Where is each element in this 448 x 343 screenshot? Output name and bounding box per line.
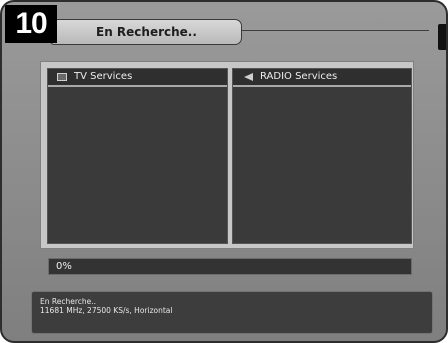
tv-services-label: TV Services	[74, 71, 133, 82]
step-number-badge: 10	[5, 5, 57, 43]
radio-services-header[interactable]: RADIO Services	[233, 69, 411, 87]
search-status-box: En Recherche.. 11681 MHz, 27500 KS/s, Ho…	[31, 291, 433, 334]
tv-services-panel[interactable]: TV Services	[47, 68, 228, 244]
radio-icon	[244, 73, 253, 81]
frequency-details: 11681 MHz, 27500 KS/s, Horizontal	[40, 306, 173, 315]
screen-corner-marker	[438, 24, 446, 50]
tv-services-list[interactable]	[48, 87, 227, 243]
tv-services-header[interactable]: TV Services	[48, 69, 227, 87]
title-divider	[241, 30, 429, 31]
radio-services-panel[interactable]: RADIO Services	[232, 68, 412, 244]
radio-services-list[interactable]	[233, 87, 411, 243]
screen-title: En Recherche..	[50, 19, 242, 45]
tv-screen: 10 En Recherche.. TV Services RADIO Serv…	[0, 0, 448, 343]
tv-icon	[57, 73, 67, 81]
progress-percentage: 0%	[56, 261, 72, 272]
radio-services-label: RADIO Services	[260, 71, 338, 82]
search-progress-bar: 0%	[48, 258, 412, 275]
status-message: En Recherche..	[40, 297, 97, 306]
